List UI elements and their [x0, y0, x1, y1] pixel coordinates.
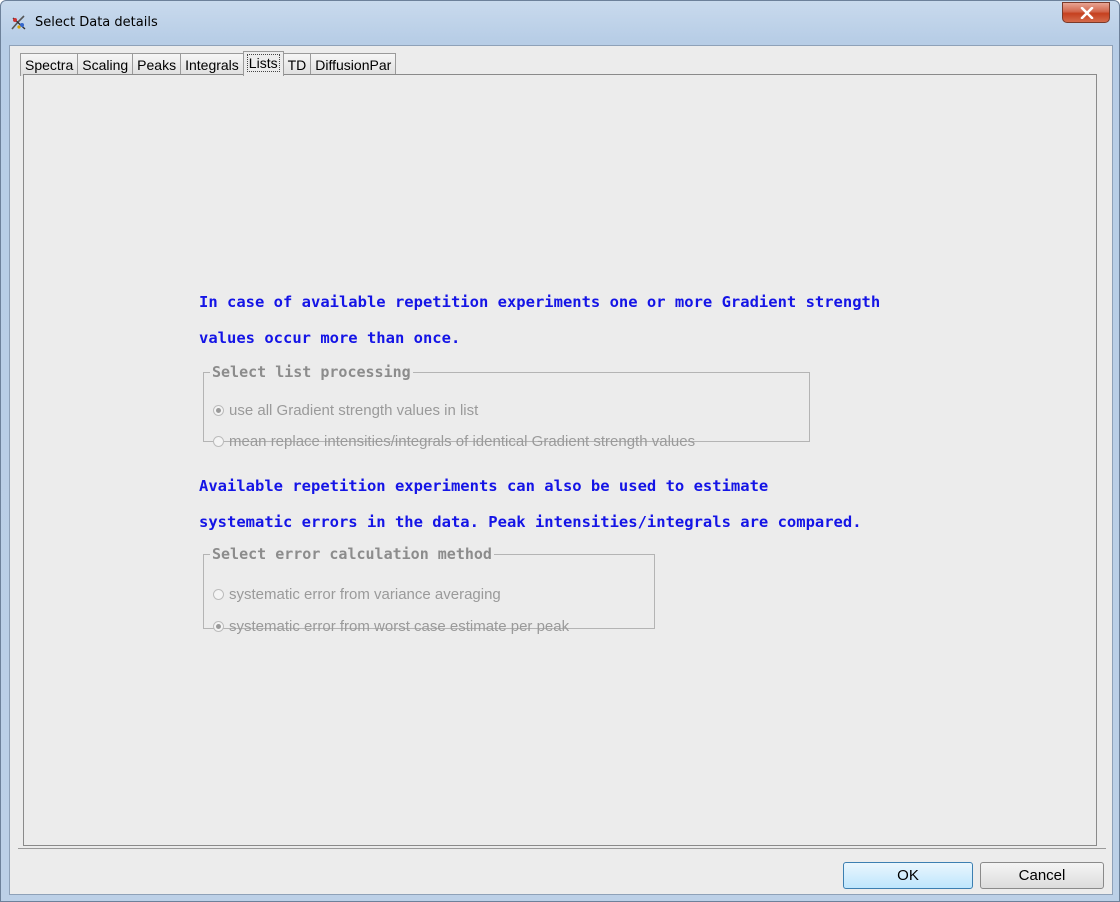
radio-label: mean replace intensities/integrals of id… [229, 433, 696, 450]
tab-label: Integrals [185, 57, 239, 73]
app-icon [10, 14, 28, 32]
dialog-window: Select Data details Spectra Scaling Peak… [0, 0, 1120, 902]
tab-label: Lists [246, 54, 280, 72]
radio-label: systematic error from worst case estimat… [229, 618, 570, 635]
tab-diffusionpar[interactable]: DiffusionPar [310, 53, 397, 76]
tab-label: DiffusionPar [315, 57, 392, 73]
radio-selected-icon [213, 405, 224, 416]
tab-label: Spectra [25, 57, 74, 73]
tab-strip: Spectra Scaling Peaks Integrals Lists TD… [20, 51, 397, 76]
dialog-content: Spectra Scaling Peaks Integrals Lists TD… [9, 45, 1113, 895]
tab-integrals[interactable]: Integrals [180, 53, 244, 76]
radio-worst-case-estimate[interactable]: systematic error from worst case estimat… [213, 618, 569, 635]
tab-label: Scaling [82, 57, 129, 73]
radio-mean-replace[interactable]: mean replace intensities/integrals of id… [213, 433, 695, 450]
lists-tab-panel: In case of available repetition experime… [23, 74, 1097, 846]
repetition-info-line2: values occur more than once. [199, 329, 461, 347]
cancel-button[interactable]: Cancel [980, 862, 1104, 889]
error-method-group: Select error calculation method systemat… [203, 545, 655, 635]
tab-label: TD [287, 57, 307, 73]
error-info-line1: Available repetition experiments can als… [199, 477, 769, 495]
window-title: Select Data details [35, 15, 158, 30]
title-bar[interactable]: Select Data details [1, 1, 1119, 45]
tab-peaks[interactable]: Peaks [132, 53, 182, 76]
button-bar-separator [18, 848, 1106, 849]
repetition-info-line1: In case of available repetition experime… [199, 293, 881, 311]
radio-unselected-icon [213, 589, 224, 600]
ok-button[interactable]: OK [843, 862, 973, 889]
tab-label: Peaks [137, 57, 177, 73]
radio-selected-icon [213, 621, 224, 632]
error-method-title: Select error calculation method [212, 545, 492, 563]
radio-unselected-icon [213, 436, 224, 447]
tab-spectra[interactable]: Spectra [20, 53, 79, 76]
error-info-line2: systematic errors in the data. Peak inte… [199, 513, 862, 531]
close-button[interactable] [1062, 2, 1110, 23]
list-processing-group: Select list processing use all Gradient … [203, 363, 810, 450]
radio-label: use all Gradient strength values in list [229, 402, 479, 419]
radio-use-all-values[interactable]: use all Gradient strength values in list [213, 402, 478, 419]
radio-label: systematic error from variance averaging [229, 586, 501, 603]
tab-lists[interactable]: Lists [242, 51, 284, 76]
list-processing-title: Select list processing [212, 363, 411, 381]
tab-scaling[interactable]: Scaling [77, 53, 134, 76]
tab-td[interactable]: TD [282, 53, 312, 76]
radio-variance-averaging[interactable]: systematic error from variance averaging [213, 586, 501, 603]
close-icon [1080, 7, 1094, 19]
